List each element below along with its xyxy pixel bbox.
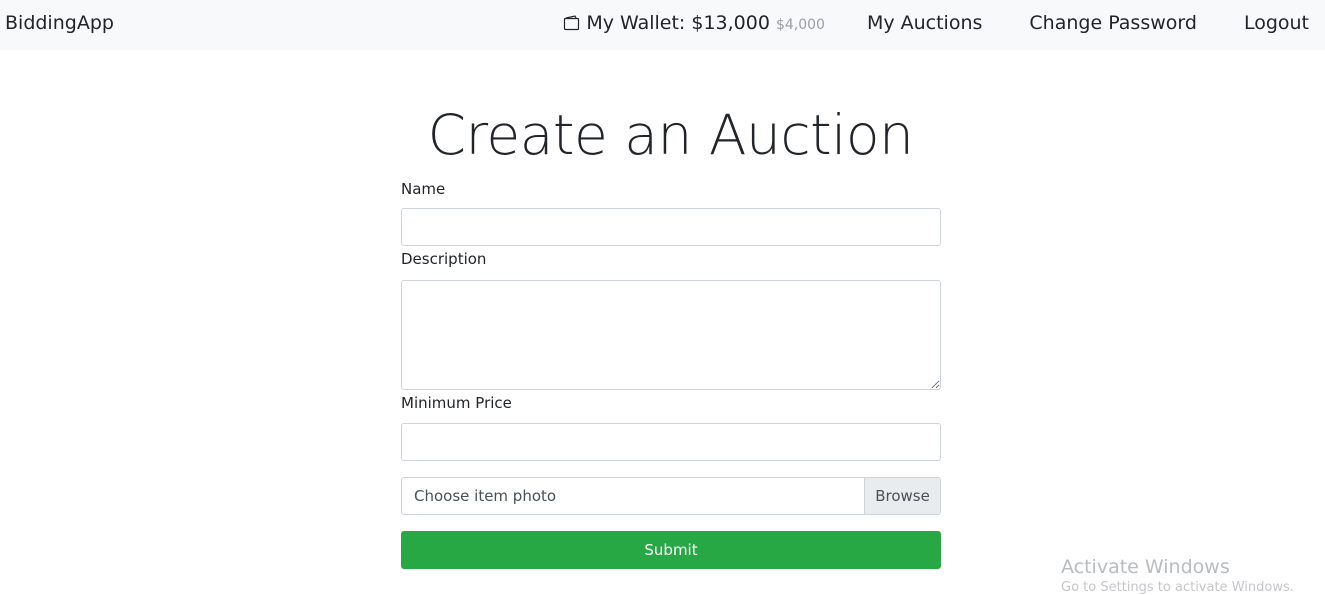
create-auction-form: Name Description Minimum Price Choose it… [401, 178, 941, 569]
wallet-label: My Wallet: $13,000 [586, 12, 770, 34]
brand-link[interactable]: BiddingApp [5, 12, 114, 34]
name-label: Name [401, 180, 446, 198]
description-textarea[interactable] [401, 280, 941, 390]
browse-button[interactable]: Browse [864, 478, 940, 514]
submit-button[interactable]: Submit [401, 531, 941, 569]
photo-file-input[interactable]: Choose item photo Browse [401, 477, 941, 515]
activate-windows-subtitle: Go to Settings to activate Windows. [1061, 580, 1294, 595]
navbar: BiddingApp My Wallet: $13,000 $4,000 My … [0, 0, 1325, 50]
nav-change-password[interactable]: Change Password [1029, 12, 1197, 34]
description-label: Description [401, 250, 487, 268]
file-placeholder: Choose item photo [414, 487, 557, 505]
min-price-label: Minimum Price [401, 394, 512, 412]
nav-my-auctions[interactable]: My Auctions [867, 12, 982, 34]
wallet-sub-amount: $4,000 [775, 17, 825, 33]
page-title: Create an Auction [427, 103, 914, 167]
activate-windows-title: Activate Windows [1061, 556, 1230, 578]
name-input[interactable] [401, 208, 941, 246]
nav-right: My Wallet: $13,000 $4,000 My Auctions Ch… [563, 12, 1309, 34]
nav-logout[interactable]: Logout [1244, 12, 1309, 34]
min-price-input[interactable] [401, 423, 941, 461]
wallet-display: My Wallet: $13,000 $4,000 [563, 12, 825, 34]
wallet-icon [563, 14, 581, 31]
